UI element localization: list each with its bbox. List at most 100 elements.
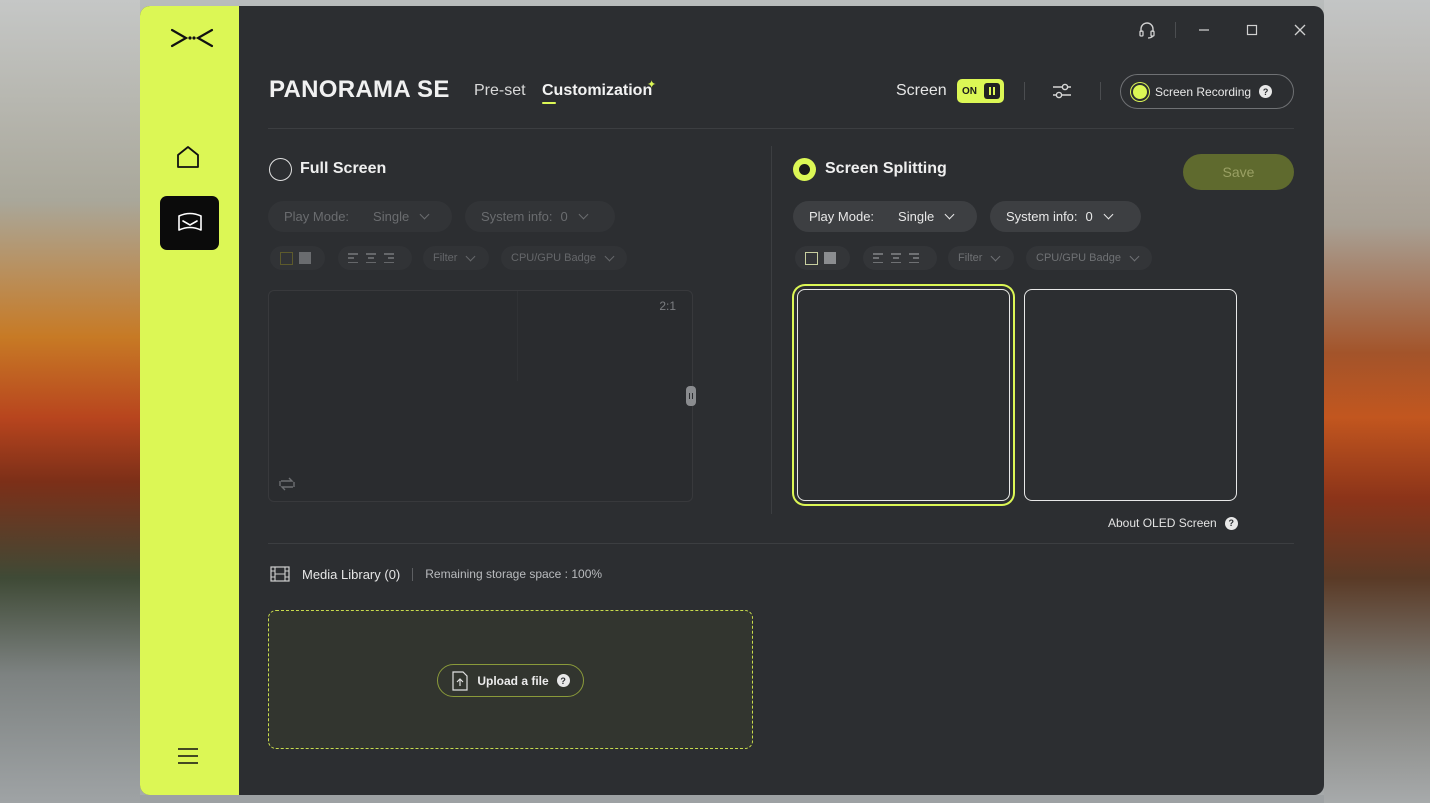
media-header-divider — [412, 567, 414, 581]
full-badge-select[interactable]: CPU/GPU Badge — [501, 246, 627, 270]
align-right-icon[interactable] — [909, 253, 921, 263]
desktop-wallpaper-left — [0, 0, 140, 803]
color-swatch-fill[interactable] — [299, 252, 311, 264]
full-screen-preview[interactable]: 2:1 — [268, 290, 693, 502]
split-panel-right[interactable] — [1024, 289, 1237, 501]
full-color-swatches[interactable] — [270, 246, 325, 270]
filter-label: Filter — [958, 252, 983, 264]
chevron-down-icon — [991, 251, 1001, 261]
system-info-value: 0 — [560, 209, 568, 224]
badge-label: CPU/GPU Badge — [1036, 252, 1121, 264]
align-left-icon[interactable] — [873, 253, 885, 263]
play-mode-label: Play Mode: — [809, 209, 875, 224]
header-divider — [1100, 82, 1101, 100]
section-divider — [771, 146, 772, 514]
color-swatch-outline[interactable] — [805, 251, 818, 265]
system-info-value: 0 — [1085, 209, 1093, 224]
film-icon — [270, 566, 290, 582]
screen-recording-button[interactable]: Screen Recording ? — [1120, 74, 1294, 109]
close-icon — [1294, 24, 1306, 36]
screen-splitting-radio[interactable] — [793, 158, 816, 181]
upload-drop-zone[interactable]: Upload a file ? — [268, 610, 753, 749]
split-play-mode-select[interactable]: Play Mode: Single — [793, 201, 977, 232]
support-button[interactable] — [1123, 14, 1171, 46]
loop-icon[interactable] — [277, 475, 297, 493]
close-button[interactable] — [1276, 14, 1324, 46]
product-title: PANORAMA SE — [269, 76, 450, 103]
system-info-label: System info: — [481, 209, 553, 224]
screen-customize-icon — [177, 212, 202, 231]
app-window: PANORAMA SE Pre-set Customization ✦ Scre… — [140, 6, 1324, 795]
help-icon[interactable]: ? — [1224, 516, 1238, 530]
badge-label: CPU/GPU Badge — [511, 252, 596, 264]
screen-splitting-title: Screen Splitting — [825, 160, 947, 177]
resize-handle[interactable] — [686, 386, 696, 406]
align-center-icon[interactable] — [891, 253, 903, 263]
full-screen-title: Full Screen — [300, 160, 387, 177]
file-upload-icon — [452, 670, 468, 691]
nav-customization-button[interactable] — [160, 196, 219, 250]
chevron-down-icon — [578, 209, 589, 220]
screen-toggle[interactable]: ON — [957, 79, 1004, 103]
media-divider-line — [268, 543, 1294, 544]
home-icon — [177, 146, 199, 168]
media-library-header: Media Library (0) Remaining storage spac… — [270, 566, 602, 582]
full-filter-select[interactable]: Filter — [423, 246, 489, 270]
screen-toggle-label: ON — [962, 85, 977, 97]
headset-icon — [1139, 22, 1155, 39]
split-panel-left[interactable] — [797, 289, 1010, 501]
play-mode-value: Single — [373, 209, 410, 224]
about-oled-label: About OLED Screen — [1108, 516, 1217, 530]
align-right-icon[interactable] — [384, 253, 396, 263]
desktop-wallpaper-right — [1324, 0, 1430, 803]
help-icon[interactable]: ? — [556, 674, 570, 687]
window-controls — [1123, 14, 1324, 46]
help-icon[interactable]: ? — [1259, 85, 1273, 98]
chevron-down-icon — [419, 209, 430, 220]
header-divider-line — [268, 128, 1294, 129]
menu-icon[interactable] — [176, 746, 200, 766]
tab-customization[interactable]: Customization — [542, 82, 652, 100]
window-controls-divider — [1175, 22, 1176, 38]
full-system-info-select[interactable]: System info: 0 — [465, 201, 615, 232]
system-info-label: System info: — [1006, 209, 1078, 224]
chevron-down-icon — [466, 251, 476, 261]
split-filter-select[interactable]: Filter — [948, 246, 1014, 270]
sparkle-icon: ✦ — [647, 79, 657, 91]
screen-recording-label: Screen Recording — [1155, 84, 1252, 99]
full-screen-radio[interactable] — [269, 158, 292, 181]
aspect-ratio-label: 2:1 — [659, 299, 676, 313]
filter-label: Filter — [433, 252, 458, 264]
recording-sparkle-icon — [1133, 84, 1147, 99]
color-swatch-outline[interactable] — [280, 251, 293, 265]
chevron-down-icon — [1129, 251, 1140, 261]
save-button[interactable]: Save — [1183, 154, 1294, 190]
split-color-swatches[interactable] — [795, 246, 850, 270]
nav-home-button[interactable] — [173, 142, 203, 172]
full-play-mode-select[interactable]: Play Mode: Single — [268, 201, 452, 232]
split-badge-select[interactable]: CPU/GPU Badge — [1026, 246, 1152, 270]
brand-logo-icon — [170, 28, 214, 48]
settings-sliders-icon[interactable] — [1050, 80, 1074, 102]
align-left-icon[interactable] — [348, 253, 360, 263]
play-mode-label: Play Mode: — [284, 209, 350, 224]
color-swatch-fill[interactable] — [824, 252, 836, 264]
about-oled-link[interactable]: About OLED Screen ? — [1108, 516, 1238, 530]
align-center-icon[interactable] — [366, 253, 378, 263]
upload-file-button[interactable]: Upload a file ? — [437, 664, 584, 697]
preview-divider — [517, 291, 518, 381]
screen-label: Screen — [896, 82, 947, 99]
pause-icon — [984, 83, 1000, 99]
split-align-tools[interactable] — [863, 246, 937, 270]
minimize-button[interactable] — [1180, 14, 1228, 46]
chevron-down-icon — [1103, 209, 1114, 220]
maximize-button[interactable] — [1228, 14, 1276, 46]
maximize-icon — [1246, 24, 1258, 36]
full-align-tools[interactable] — [338, 246, 412, 270]
tab-preset[interactable]: Pre-set — [474, 82, 526, 100]
split-system-info-select[interactable]: System info: 0 — [990, 201, 1141, 232]
desktop-wallpaper-bottom — [140, 795, 1324, 803]
active-tab-indicator — [542, 102, 556, 104]
chevron-down-icon — [604, 251, 615, 261]
chevron-down-icon — [944, 209, 955, 220]
